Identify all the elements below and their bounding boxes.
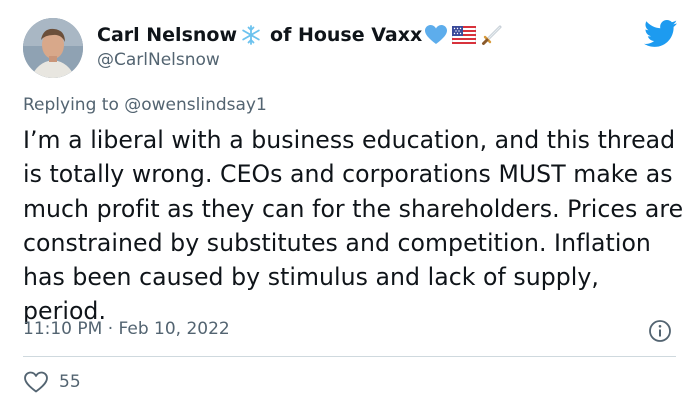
heart-outline-icon[interactable] [23, 370, 49, 394]
avatar[interactable] [23, 18, 83, 78]
snowflake-icon [240, 24, 262, 46]
reply-prefix: Replying to [23, 95, 119, 115]
user-name-line[interactable]: Carl Nelsnow of House Vaxx [97, 22, 503, 48]
us-flag-icon [452, 26, 477, 44]
display-name[interactable]: Carl Nelsnow [97, 24, 237, 46]
twitter-bird-icon[interactable] [644, 20, 678, 48]
tweet-timestamp[interactable]: 11:10 PM · Feb 10, 2022 [23, 319, 230, 339]
reply-mention-link[interactable]: @owenslindsay1 [124, 95, 267, 115]
user-handle[interactable]: @CarlNelsnow [97, 50, 220, 70]
tweet-text: I’m a liberal with a business education,… [23, 126, 684, 326]
display-name-suffix: of House Vaxx [270, 24, 423, 46]
dagger-icon [481, 24, 503, 46]
blue-heart-icon [424, 24, 448, 46]
avatar-photo [23, 18, 83, 78]
like-count: 55 [59, 372, 81, 392]
divider [23, 356, 676, 357]
info-icon[interactable] [648, 319, 672, 343]
reply-context: Replying to @owenslindsay1 [23, 95, 267, 115]
like-button[interactable]: 55 [23, 370, 81, 394]
